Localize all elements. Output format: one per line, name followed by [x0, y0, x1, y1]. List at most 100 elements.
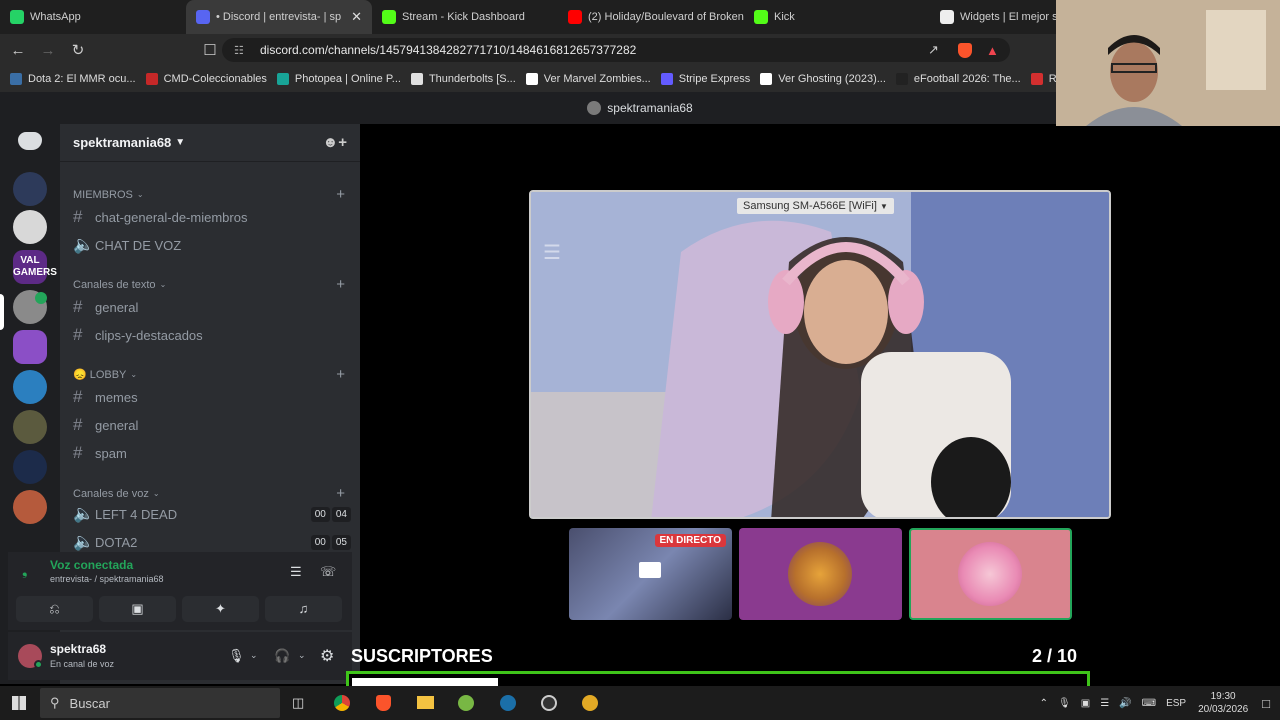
category-voz[interactable]: Canales de voz ⌄ + — [73, 485, 345, 502]
obs-icon[interactable] — [541, 695, 557, 711]
bookmark-favicon-icon — [10, 73, 22, 85]
reload-icon[interactable]: ↻ — [66, 41, 90, 59]
channel-spam[interactable]: # spam — [73, 440, 351, 466]
bookmark-item[interactable]: Ver Marvel Zombies... — [525, 73, 651, 85]
bookmark-item[interactable]: Dota 2: El MMR ocu... — [10, 73, 136, 85]
soundboard-button[interactable]: ♫ — [265, 596, 342, 622]
browser-tab[interactable]: • Discord | entrevista- | sp ✕ — [186, 0, 372, 34]
category-lobby[interactable]: 😞 LOBBY ⌄ + — [73, 366, 345, 383]
hash-icon: # — [73, 387, 83, 406]
channel-general-lobby[interactable]: # general — [73, 412, 351, 438]
screen-share-button[interactable]: ▣ — [99, 596, 176, 622]
noise-suppression-icon[interactable]: ☰ — [290, 564, 302, 580]
menu-icon[interactable]: ☰ — [543, 240, 561, 265]
chevron-down-icon[interactable]: ⌄ — [250, 650, 258, 661]
bookmark-item[interactable]: eFootball 2026: The... — [895, 73, 1021, 85]
headphones-icon[interactable]: 🎧 — [274, 648, 290, 664]
voice-connection-panel: ❟ Voz conectada entrevista- / spektraman… — [8, 552, 352, 630]
add-channel-icon[interactable]: + — [336, 366, 345, 383]
forward-icon[interactable]: → — [36, 42, 60, 59]
channel-label: memes — [95, 389, 138, 405]
disconnect-icon[interactable]: ☏ — [320, 564, 336, 580]
browser-tab[interactable]: WhatsApp — [0, 0, 186, 34]
category-miembros[interactable]: MIEMBROS ⌄ + — [73, 186, 345, 203]
language-indicator[interactable]: ESP — [1166, 698, 1186, 709]
server-icon[interactable] — [13, 172, 47, 206]
username[interactable]: spektra68 — [50, 642, 106, 656]
category-texto[interactable]: Canales de texto ⌄ + — [73, 276, 345, 293]
notifications-icon[interactable]: □ — [1262, 696, 1270, 711]
site-info-icon[interactable]: ☷ — [234, 44, 248, 57]
browser-tab[interactable]: Kick — [744, 0, 930, 34]
chrome-icon[interactable] — [334, 695, 350, 711]
voice-status[interactable]: Voz conectada — [50, 558, 133, 572]
close-tab-icon[interactable]: ✕ — [351, 9, 362, 25]
main-video-stream[interactable]: ☰ Samsung SM-A566E [WiFi] ▼ — [529, 190, 1111, 519]
bookmark-item[interactable]: Stripe Express — [660, 73, 750, 85]
server-icon[interactable] — [13, 210, 47, 244]
bookmark-item[interactable]: Thunderbolts [S... — [410, 73, 516, 85]
voice-channel-l4d[interactable]: 🔈 LEFT 4 DEAD 00 04 — [73, 501, 351, 527]
hash-icon: # — [73, 415, 83, 434]
share-icon[interactable]: ↗ — [928, 42, 939, 58]
add-channel-icon[interactable]: + — [336, 485, 345, 502]
add-channel-icon[interactable]: + — [336, 186, 345, 203]
url-input[interactable]: ☷ discord.com/channels/14579413842827717… — [222, 38, 1010, 62]
stream-thumbnail[interactable]: EN DIRECTO — [569, 528, 732, 620]
clock[interactable]: 19:30 20/03/2026 — [1198, 690, 1248, 716]
device-label[interactable]: Samsung SM-A566E [WiFi] ▼ — [737, 198, 894, 214]
keyboard-icon[interactable]: ⌨ — [1142, 698, 1156, 709]
chevron-up-icon[interactable]: ⌃ — [1040, 698, 1048, 709]
windows-start-icon[interactable] — [12, 696, 26, 710]
taskbar-search[interactable]: ⚲ Buscar — [40, 688, 280, 718]
bookmark-item[interactable]: Ver Ghosting (2023)... — [760, 73, 886, 85]
utorrent-icon[interactable] — [458, 695, 474, 711]
channel-general[interactable]: # general — [73, 294, 351, 320]
volume-icon[interactable]: 🔊 — [1119, 698, 1131, 709]
app-icon[interactable] — [582, 695, 598, 711]
microphone-icon[interactable]: 🎙 — [1058, 698, 1071, 709]
task-view-icon[interactable]: ◫ — [292, 695, 304, 711]
channel-memes[interactable]: # memes — [73, 384, 351, 410]
server-icon[interactable] — [13, 410, 47, 444]
chevron-down-icon[interactable]: ⌄ — [298, 650, 306, 661]
bookmark-favicon-icon — [276, 73, 289, 85]
bookmark-item[interactable]: Photopea | Online P... — [276, 73, 401, 85]
camera-toggle-button[interactable]: ⎌ — [16, 596, 93, 622]
back-icon[interactable]: ← — [6, 42, 30, 59]
brave-rewards-icon[interactable]: ▲ — [986, 43, 999, 58]
server-icon[interactable] — [13, 450, 47, 484]
channel-chat-voz[interactable]: 🔈 CHAT DE VOZ — [73, 232, 351, 258]
invite-icon[interactable]: ☻+ — [322, 134, 347, 151]
voice-limit: 04 — [331, 506, 351, 522]
server-icon[interactable] — [13, 330, 47, 364]
brave-icon[interactable] — [376, 695, 391, 711]
add-channel-icon[interactable]: + — [336, 276, 345, 293]
network-icon[interactable]: ▣ — [1081, 698, 1090, 709]
browser-tab[interactable]: Stream - Kick Dashboard — [372, 0, 558, 34]
server-icon[interactable] — [13, 490, 47, 524]
file-explorer-icon[interactable] — [417, 696, 434, 709]
bookmark-item[interactable]: CMD-Coleccionables — [145, 73, 267, 85]
camera-off-icon: ⎌ — [49, 601, 60, 616]
steam-icon[interactable] — [500, 695, 516, 711]
browser-tab[interactable]: (2) Holiday/Boulevard of Broken — [558, 0, 744, 34]
server-icon[interactable]: VAL GAMERS — [13, 250, 57, 284]
server-icon[interactable] — [13, 370, 47, 404]
guild-name: spektramania68 — [73, 135, 172, 150]
participant-tile-speaking[interactable] — [909, 528, 1072, 620]
channel-label: CHAT DE VOZ — [95, 237, 182, 253]
participant-tile[interactable] — [739, 528, 902, 620]
channel-chat-general[interactable]: # chat-general-de-miembros — [73, 204, 351, 230]
bookmark-icon[interactable]: ☐ — [198, 41, 222, 59]
discord-home-icon[interactable] — [18, 132, 42, 150]
settings-gear-icon[interactable]: ⚙ — [320, 646, 334, 666]
guild-header[interactable]: spektramania68 ▼ ☻+ — [60, 124, 360, 162]
voice-location[interactable]: entrevista- / spektramania68 — [50, 574, 164, 584]
clock-date: 20/03/2026 — [1198, 704, 1249, 715]
wifi-icon[interactable]: ☰ — [1100, 698, 1109, 709]
channel-clips[interactable]: # clips-y-destacados — [73, 322, 351, 348]
brave-shield-icon[interactable] — [958, 42, 972, 58]
microphone-icon[interactable]: 🎙 — [228, 648, 245, 664]
activities-button[interactable]: ✦ — [182, 596, 259, 622]
